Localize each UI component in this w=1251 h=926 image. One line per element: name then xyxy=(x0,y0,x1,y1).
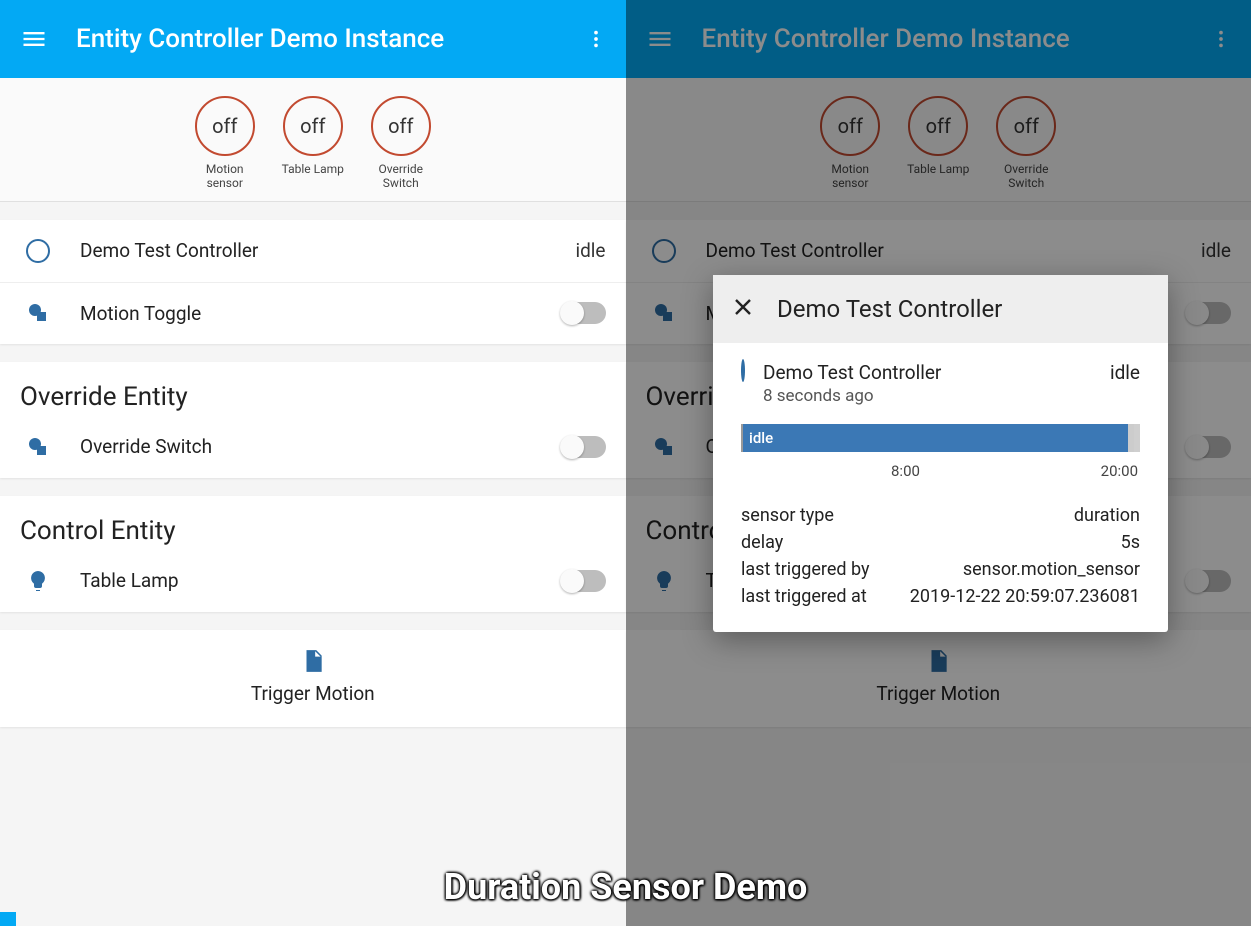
badge-motion-sensor[interactable]: off Motion sensor xyxy=(190,96,260,191)
dialog-entity-name: Demo Test Controller xyxy=(763,361,1023,384)
attribute-row: delay 5s xyxy=(741,529,1140,556)
app-title: Entity Controller Demo Instance xyxy=(76,24,582,54)
dialog-entity-state: idle xyxy=(1110,361,1140,384)
dialog-entity-row: Demo Test Controller 8 seconds ago idle xyxy=(741,361,1140,406)
attribute-key: sensor type xyxy=(741,502,834,529)
badges-row: off Motion sensor off Table Lamp off Ove… xyxy=(0,78,626,202)
script-card: Trigger Motion xyxy=(0,630,626,727)
dialog-header: Demo Test Controller xyxy=(713,275,1168,343)
entity-row-table-lamp[interactable]: Table Lamp xyxy=(0,550,626,612)
attribute-row: last triggered at 2019-12-22 20:59:07.236… xyxy=(741,583,1140,610)
circle-icon xyxy=(26,239,62,263)
entities-card: Demo Test Controller idle Motion Toggle xyxy=(0,220,626,344)
script-icon xyxy=(925,659,951,678)
attribute-value: sensor.motion_sensor xyxy=(963,556,1140,583)
close-icon[interactable] xyxy=(731,295,755,323)
badge-table-lamp[interactable]: off Table Lamp xyxy=(903,96,973,191)
input-boolean-icon xyxy=(26,301,62,325)
app-bar: Entity Controller Demo Instance xyxy=(0,0,626,78)
lightbulb-icon xyxy=(652,569,688,593)
overflow-menu-icon[interactable] xyxy=(582,25,610,53)
script-label: Trigger Motion xyxy=(0,682,626,705)
control-entity-card: Control Entity Table Lamp xyxy=(0,496,626,612)
script-card: Trigger Motion xyxy=(626,630,1251,727)
entity-name: Demo Test Controller xyxy=(706,239,1201,262)
app-bar: Entity Controller Demo Instance xyxy=(626,0,1251,78)
trigger-motion-button[interactable]: Trigger Motion xyxy=(626,630,1251,727)
override-entity-card: Override Entity Override Switch xyxy=(0,362,626,478)
badge-state: off xyxy=(371,96,431,156)
more-info-dialog: Demo Test Controller Demo Test Controlle… xyxy=(713,275,1168,632)
attribute-key: last triggered by xyxy=(741,556,870,583)
circle-icon xyxy=(652,239,688,263)
badge-label: Override Switch xyxy=(366,162,436,191)
badge-label: Override Switch xyxy=(991,162,1061,191)
entity-row-motion-toggle[interactable]: Motion Toggle xyxy=(0,282,626,344)
attribute-value: 5s xyxy=(1121,529,1140,556)
attribute-table: sensor type duration delay 5s last trigger… xyxy=(741,502,1140,610)
toggle-switch[interactable] xyxy=(1187,302,1231,324)
entity-name: Table Lamp xyxy=(80,569,562,592)
script-label: Trigger Motion xyxy=(626,682,1251,705)
entity-name: Override Switch xyxy=(80,435,562,458)
attribute-key: last triggered at xyxy=(741,583,867,610)
badge-label: Motion sensor xyxy=(815,162,885,191)
script-icon xyxy=(300,659,326,678)
entity-state: idle xyxy=(1201,239,1231,262)
badge-state: off xyxy=(283,96,343,156)
toggle-switch[interactable] xyxy=(562,302,606,324)
badge-override-switch[interactable]: off Override Switch xyxy=(366,96,436,191)
overflow-menu-icon[interactable] xyxy=(1207,25,1235,53)
badge-motion-sensor[interactable]: off Motion sensor xyxy=(815,96,885,191)
panel-left: Entity Controller Demo Instance off Moti… xyxy=(0,0,626,926)
toggle-switch[interactable] xyxy=(1187,570,1231,592)
attribute-key: delay xyxy=(741,529,783,556)
attribute-value: 2019-12-22 20:59:07.236081 xyxy=(910,583,1140,610)
badge-override-switch[interactable]: off Override Switch xyxy=(991,96,1061,191)
badge-label: Table Lamp xyxy=(278,162,348,176)
attribute-row: last triggered by sensor.motion_sensor xyxy=(741,556,1140,583)
attribute-value: duration xyxy=(1074,502,1140,529)
history-bar-label: idle xyxy=(741,424,1140,452)
badge-table-lamp[interactable]: off Table Lamp xyxy=(278,96,348,191)
badge-state: off xyxy=(996,96,1056,156)
entity-row-demo-controller[interactable]: Demo Test Controller idle xyxy=(0,220,626,282)
badge-state: off xyxy=(820,96,880,156)
badges-row: off Motion sensor off Table Lamp off Ove… xyxy=(626,78,1251,202)
decorative-corner xyxy=(0,912,16,926)
badge-label: Motion sensor xyxy=(190,162,260,191)
card-title: Override Entity xyxy=(0,362,626,416)
badge-state: off xyxy=(908,96,968,156)
entity-name: Demo Test Controller xyxy=(80,239,575,262)
badge-state: off xyxy=(195,96,255,156)
history-chart: idle 8:00 20:00 xyxy=(741,424,1140,480)
circle-icon xyxy=(741,361,745,380)
dialog-title: Demo Test Controller xyxy=(777,295,1002,323)
input-boolean-icon xyxy=(652,301,688,325)
entity-name: Motion Toggle xyxy=(80,302,562,325)
badge-label: Table Lamp xyxy=(903,162,973,176)
entity-state: idle xyxy=(575,239,605,262)
dialog-last-changed: 8 seconds ago xyxy=(763,386,1023,406)
input-boolean-icon xyxy=(652,435,688,459)
toggle-switch[interactable] xyxy=(562,570,606,592)
toggle-switch[interactable] xyxy=(562,436,606,458)
toggle-switch[interactable] xyxy=(1187,436,1231,458)
lightbulb-icon xyxy=(26,569,62,593)
trigger-motion-button[interactable]: Trigger Motion xyxy=(0,630,626,727)
entity-row-demo-controller[interactable]: Demo Test Controller idle xyxy=(626,220,1251,282)
menu-icon[interactable] xyxy=(20,25,48,53)
card-title: Control Entity xyxy=(0,496,626,550)
history-axis: 8:00 20:00 xyxy=(741,462,1140,480)
app-title: Entity Controller Demo Instance xyxy=(702,24,1208,54)
history-tick: 20:00 xyxy=(1101,462,1138,480)
entity-row-override-switch[interactable]: Override Switch xyxy=(0,416,626,478)
input-boolean-icon xyxy=(26,435,62,459)
menu-icon[interactable] xyxy=(646,25,674,53)
attribute-row: sensor type duration xyxy=(741,502,1140,529)
history-tick: 8:00 xyxy=(891,462,920,480)
dialog-body: Demo Test Controller 8 seconds ago idle … xyxy=(713,343,1168,632)
